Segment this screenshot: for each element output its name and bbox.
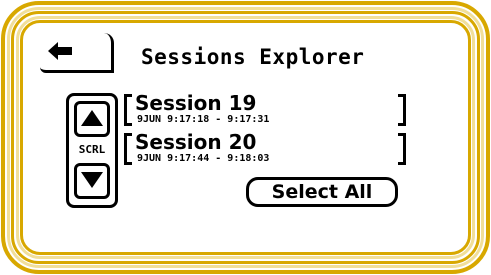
scroll-down-button[interactable]: [74, 163, 110, 199]
triangle-down-icon: [81, 172, 103, 188]
scroll-label: SCRL: [78, 143, 106, 156]
scroll-up-button[interactable]: [74, 101, 110, 137]
select-all-button[interactable]: Select All: [246, 177, 398, 207]
back-button[interactable]: [40, 33, 114, 73]
triangle-up-icon: [81, 110, 103, 126]
session-item[interactable]: Session 20 9JUN 9:17:44 - 9:18:03: [124, 130, 406, 167]
bracket-right: [398, 94, 406, 126]
bracket-left: [124, 133, 132, 165]
bracket-left: [124, 94, 132, 126]
session-name: Session 20: [135, 130, 257, 154]
session-time: 9JUN 9:17:44 - 9:18:03: [137, 153, 270, 164]
bracket-right: [398, 133, 406, 165]
session-time: 9JUN 9:17:18 - 9:17:31: [137, 114, 270, 125]
left-arrow-icon: [48, 42, 72, 60]
session-item[interactable]: Session 19 9JUN 9:17:18 - 9:17:31: [124, 91, 406, 128]
session-name: Session 19: [135, 91, 257, 115]
page-title: Sessions Explorer: [141, 45, 365, 69]
scroll-control: SCRL: [66, 93, 118, 208]
